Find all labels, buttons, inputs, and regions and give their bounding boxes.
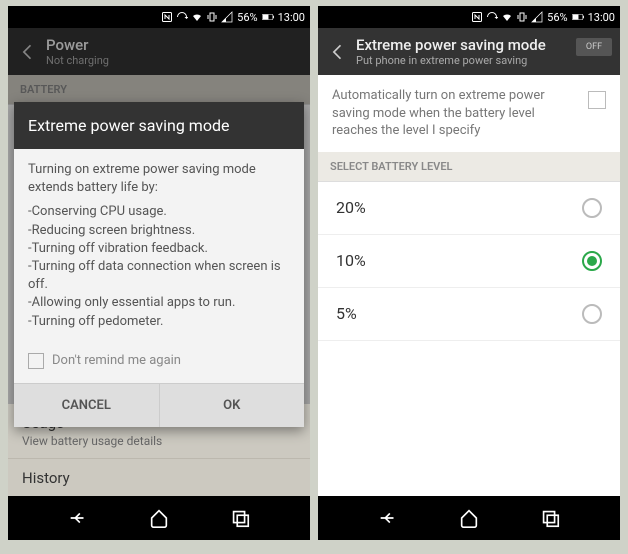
nav-bar xyxy=(318,496,620,540)
status-bar: 56% 13:00 xyxy=(318,6,620,28)
dialog-bullet: Allowing only essential apps to run. xyxy=(28,294,290,312)
select-level-header: SELECT BATTERY LEVEL xyxy=(318,152,620,182)
battery-icon xyxy=(572,11,584,23)
back-nav-icon[interactable] xyxy=(377,507,399,529)
battery-level-row[interactable]: 5% xyxy=(318,288,620,341)
eps-header[interactable]: Extreme power saving mode Put phone in e… xyxy=(318,28,620,75)
nav-bar xyxy=(8,496,310,540)
vibrate-icon xyxy=(206,11,218,23)
dialog-body: Turning on extreme power saving mode ext… xyxy=(14,149,304,343)
back-nav-icon[interactable] xyxy=(67,507,89,529)
back-icon[interactable] xyxy=(328,42,348,62)
battery-pct: 56% xyxy=(237,11,257,24)
auto-enable-row[interactable]: Automatically turn on extreme power savi… xyxy=(318,75,620,152)
header-subtitle: Put phone in extreme power saving xyxy=(356,54,610,67)
dialog-bullet: Reducing screen brightness. xyxy=(28,222,290,240)
status-bar: 56% 13:00 xyxy=(8,6,310,28)
battery-icon xyxy=(262,11,274,23)
history-item[interactable]: History xyxy=(8,459,310,498)
battery-pct: 56% xyxy=(547,11,567,24)
nfc-icon xyxy=(161,11,173,23)
ok-button[interactable]: OK xyxy=(160,384,305,427)
wifi-icon xyxy=(501,11,513,23)
home-nav-icon[interactable] xyxy=(458,507,480,529)
header-title: Extreme power saving mode xyxy=(356,36,610,54)
battery-level-label: 10% xyxy=(336,251,366,270)
sync-icon xyxy=(176,11,188,23)
battery-level-row[interactable]: 10% xyxy=(318,235,620,288)
auto-enable-checkbox[interactable] xyxy=(588,91,606,109)
signal-icon xyxy=(531,11,543,23)
dont-remind-label: Don't remind me again xyxy=(52,353,181,368)
battery-level-radio[interactable] xyxy=(582,198,602,218)
dont-remind-checkbox[interactable] xyxy=(28,353,44,369)
dialog-bullet: Turning off data connection when screen … xyxy=(28,258,290,294)
battery-level-label: 20% xyxy=(336,198,366,217)
dialog-bullet: Turning off vibration feedback. xyxy=(28,240,290,258)
vibrate-icon xyxy=(516,11,528,23)
battery-level-radio[interactable] xyxy=(582,304,602,324)
battery-level-label: 5% xyxy=(336,304,357,323)
dialog-bullet: Turning off pedometer. xyxy=(28,313,290,331)
battery-level-row[interactable]: 20% xyxy=(318,182,620,235)
auto-enable-text: Automatically turn on extreme power savi… xyxy=(332,87,578,140)
dialog-title: Extreme power saving mode xyxy=(14,102,304,149)
sync-icon xyxy=(486,11,498,23)
clock: 13:00 xyxy=(588,11,615,24)
dialog-intro: Turning on extreme power saving mode ext… xyxy=(28,161,290,197)
eps-toggle[interactable]: OFF xyxy=(576,38,612,56)
wifi-icon xyxy=(191,11,203,23)
cancel-button[interactable]: CANCEL xyxy=(14,384,160,427)
battery-level-radio[interactable] xyxy=(582,251,602,271)
signal-icon xyxy=(221,11,233,23)
home-nav-icon[interactable] xyxy=(148,507,170,529)
dont-remind-row[interactable]: Don't remind me again xyxy=(14,343,304,383)
nfc-icon xyxy=(471,11,483,23)
power-saving-dialog: Extreme power saving mode Turning on ext… xyxy=(14,102,304,427)
clock: 13:00 xyxy=(278,11,305,24)
recent-nav-icon[interactable] xyxy=(229,507,251,529)
recent-nav-icon[interactable] xyxy=(539,507,561,529)
dialog-bullet: Conserving CPU usage. xyxy=(28,203,290,221)
